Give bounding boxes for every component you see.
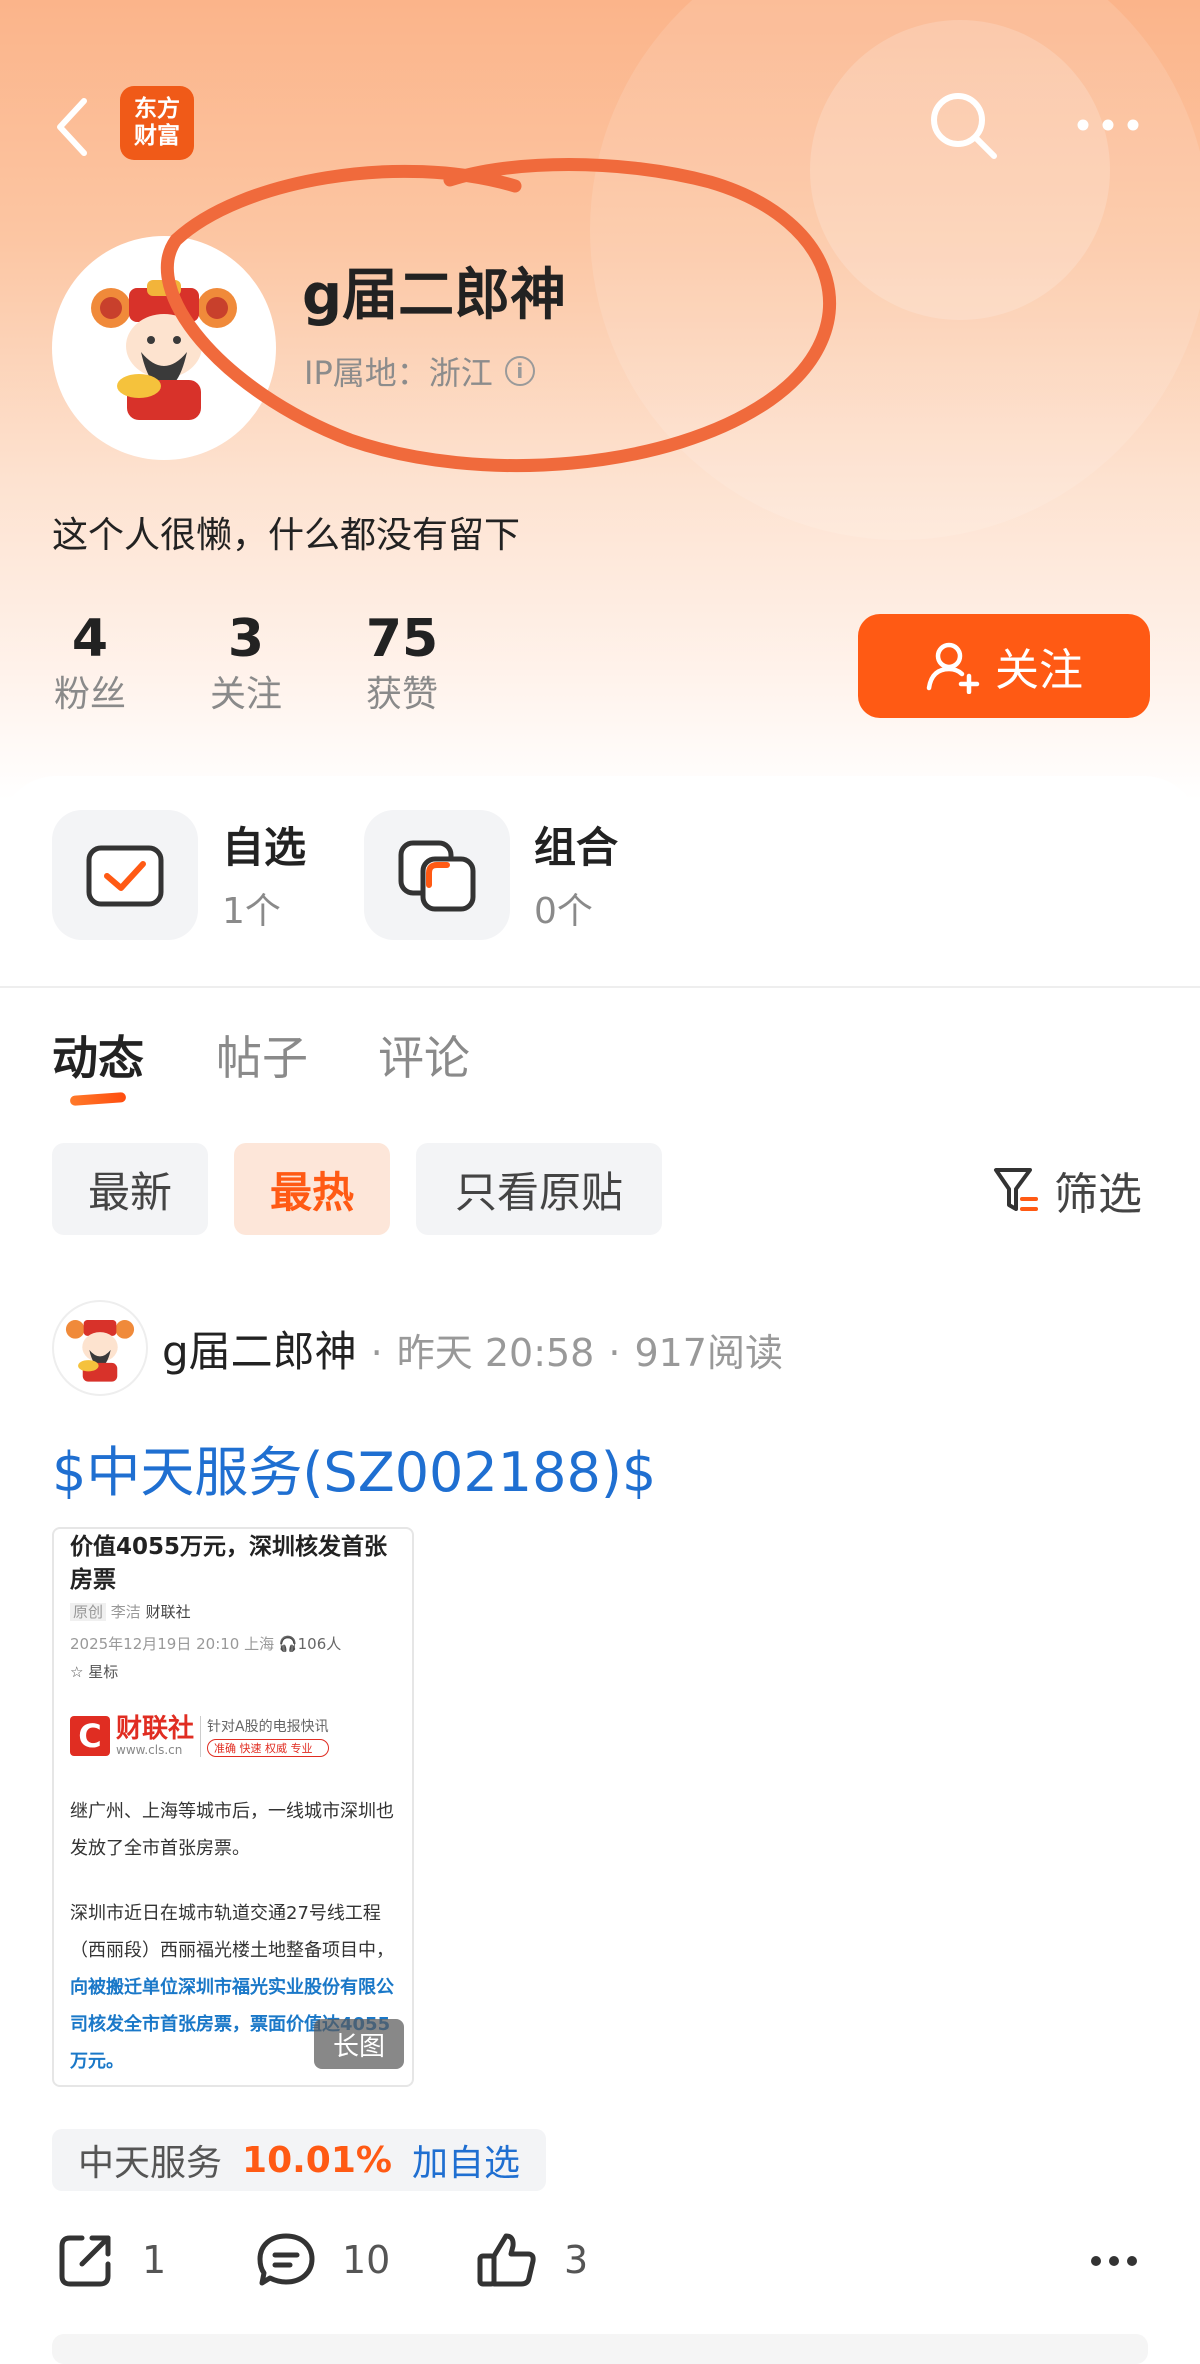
bio: 这个人很懒，什么都没有留下 — [52, 515, 521, 556]
article-para-1: 继广州、上海等城市后，一线城市深圳也发放了全市首张房票。 — [70, 1801, 394, 1859]
back-button[interactable] — [46, 92, 98, 162]
search-button[interactable] — [924, 86, 1004, 166]
follow-button[interactable]: 关注 — [858, 614, 1150, 718]
post-more-button[interactable] — [1090, 2252, 1138, 2271]
post-image[interactable]: 价值4055万元，深圳核发首张房票 原创 李洁 财联社 2025年12月19日 … — [52, 1527, 414, 2087]
tab-posts[interactable]: 帖子 — [216, 1022, 308, 1088]
next-post-preview — [52, 2334, 1148, 2364]
back-icon — [57, 98, 87, 156]
stock-change: 10.01% — [242, 2139, 392, 2181]
watchlist-count: 1个 — [222, 891, 281, 932]
tab-comments[interactable]: 评论 — [378, 1022, 470, 1088]
like-icon — [477, 2233, 536, 2287]
portfolio-entry[interactable] — [364, 810, 510, 940]
comment-icon — [257, 2233, 315, 2286]
more-button[interactable] — [1070, 100, 1146, 150]
stat-likes[interactable]: 75 获赞 — [342, 608, 462, 720]
divider — [0, 986, 1200, 988]
post-author[interactable]: g届二郎神 — [162, 1318, 357, 1379]
filter-button[interactable]: 筛选 — [992, 1158, 1142, 1222]
annotation-circle — [160, 158, 837, 473]
post-title[interactable]: $中天服务(SZ002188)$ — [52, 1428, 656, 1507]
long-image-badge: 长图 — [314, 2019, 404, 2069]
share-icon — [59, 2235, 111, 2287]
headphone-icon: 🎧 — [278, 1635, 298, 1653]
post-meta: g届二郎神 · 昨天 20:58 · 917阅读 — [162, 1318, 783, 1379]
cls-logo: C — [70, 1716, 110, 1756]
article-headline: 价值4055万元，深圳核发首张房票 — [70, 1534, 388, 1593]
post-author-avatar[interactable] — [52, 1300, 148, 1396]
watchlist-title: 自选 — [222, 823, 307, 872]
stock-chip[interactable]: 中天服务 10.01% 加自选 — [52, 2129, 546, 2191]
cls-brand: C 财联社 www.cls.cn 针对A股的电报快讯 准确 快速 权威 专业 — [70, 1715, 329, 1757]
post-reads: 917阅读 — [634, 1331, 783, 1375]
post-time: 昨天 20:58 — [396, 1331, 595, 1375]
add-to-watchlist[interactable]: 加自选 — [412, 2134, 520, 2186]
like-button[interactable]: 3 — [476, 2230, 588, 2290]
add-user-icon — [926, 642, 980, 694]
share-button[interactable]: 1 — [56, 2230, 166, 2290]
stat-fans[interactable]: 4 粉丝 — [30, 608, 150, 720]
chip-original-only[interactable]: 只看原贴 — [416, 1143, 662, 1235]
tab-activity[interactable]: 动态 — [52, 1022, 144, 1088]
comment-button[interactable]: 10 — [256, 2230, 390, 2290]
stock-name: 中天服务 — [78, 2143, 223, 2184]
chip-latest[interactable]: 最新 — [52, 1143, 208, 1235]
portfolio-count: 0个 — [534, 891, 593, 932]
more-icon — [1091, 2256, 1137, 2266]
stat-following[interactable]: 3 关注 — [186, 608, 306, 720]
portfolio-icon — [398, 840, 476, 912]
chip-hottest[interactable]: 最热 — [234, 1143, 390, 1235]
article-datetime: 2025年12月19日 20:10 上海 🎧106人 — [70, 1635, 342, 1653]
filter-icon — [994, 1168, 1038, 1211]
portfolio-title: 组合 — [534, 823, 619, 872]
avatar-image — [65, 1320, 135, 1382]
watchlist-icon — [86, 845, 164, 907]
watchlist-entry[interactable] — [52, 810, 198, 940]
search-icon — [931, 93, 997, 159]
more-icon — [1077, 119, 1139, 131]
article-byline: 原创 李洁 财联社 — [70, 1601, 191, 1622]
article-star: ☆ 星标 — [70, 1663, 119, 1681]
